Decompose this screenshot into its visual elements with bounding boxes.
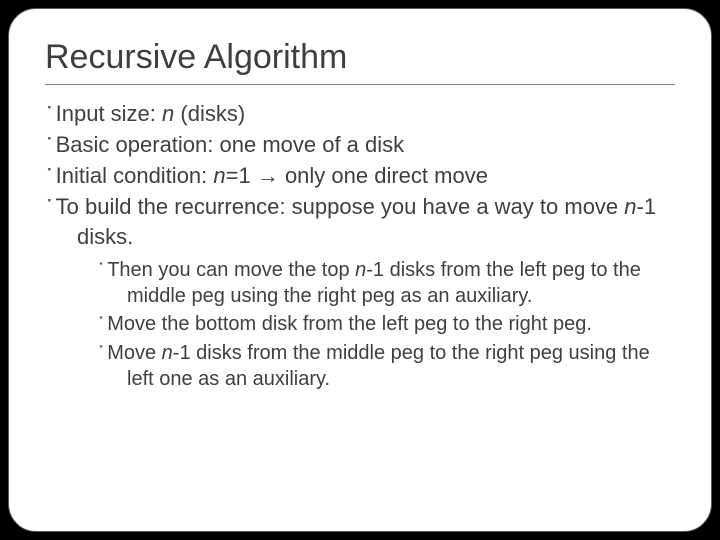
list-item: ་Basic operation: one move of a disk xyxy=(47,130,675,159)
bullet-text-em: n xyxy=(624,194,636,219)
bullet-text-post: (disks) xyxy=(174,101,245,126)
bullet-text-em: n xyxy=(162,342,173,364)
bullet-text-em: n xyxy=(213,163,225,188)
bullet-text-pre: Move xyxy=(107,342,161,364)
list-item: ་Initial condition: n=1 → only one direc… xyxy=(47,161,675,190)
bullet-text-pre: Basic operation: one move of a disk xyxy=(56,132,405,157)
bullet-text-pre: Initial condition: xyxy=(56,163,214,188)
title-rule xyxy=(45,84,675,85)
bullet-text-post: -1 disks from the middle peg to the righ… xyxy=(127,342,650,390)
bullet-icon: ་ xyxy=(99,259,107,281)
bullet-text-pre: Input size: xyxy=(56,101,162,126)
bullet-text-pre: Move the bottom disk from the left peg t… xyxy=(107,313,592,335)
bullet-icon: ་ xyxy=(99,342,107,364)
list-item: ་Move n-1 disks from the middle peg to t… xyxy=(99,340,675,393)
bullet-text-post: =1 → only one direct move xyxy=(226,163,488,188)
bullet-icon: ་ xyxy=(47,132,56,157)
sub-bullet-list: ་Then you can move the top n-1 disks fro… xyxy=(99,257,675,393)
list-item: ་Move the bottom disk from the left peg … xyxy=(99,311,675,337)
bullet-icon: ་ xyxy=(99,313,107,335)
list-item: ་To build the recurrence: suppose you ha… xyxy=(47,192,675,392)
list-item: ་Input size: n (disks) xyxy=(47,99,675,128)
bullet-text-pre: Then you can move the top xyxy=(107,259,355,281)
main-bullet-list: ་Input size: n (disks) ་Basic operation:… xyxy=(47,99,675,392)
bullet-text-em: n xyxy=(355,259,366,281)
bullet-text-em: n xyxy=(162,101,174,126)
bullet-icon: ་ xyxy=(47,194,56,219)
slide-frame: Recursive Algorithm ་Input size: n (disk… xyxy=(8,8,712,532)
list-item: ་Then you can move the top n-1 disks fro… xyxy=(99,257,675,310)
slide-title: Recursive Algorithm xyxy=(45,39,675,76)
bullet-icon: ་ xyxy=(47,163,56,188)
bullet-icon: ་ xyxy=(47,101,56,126)
bullet-text-pre: To build the recurrence: suppose you hav… xyxy=(56,194,625,219)
